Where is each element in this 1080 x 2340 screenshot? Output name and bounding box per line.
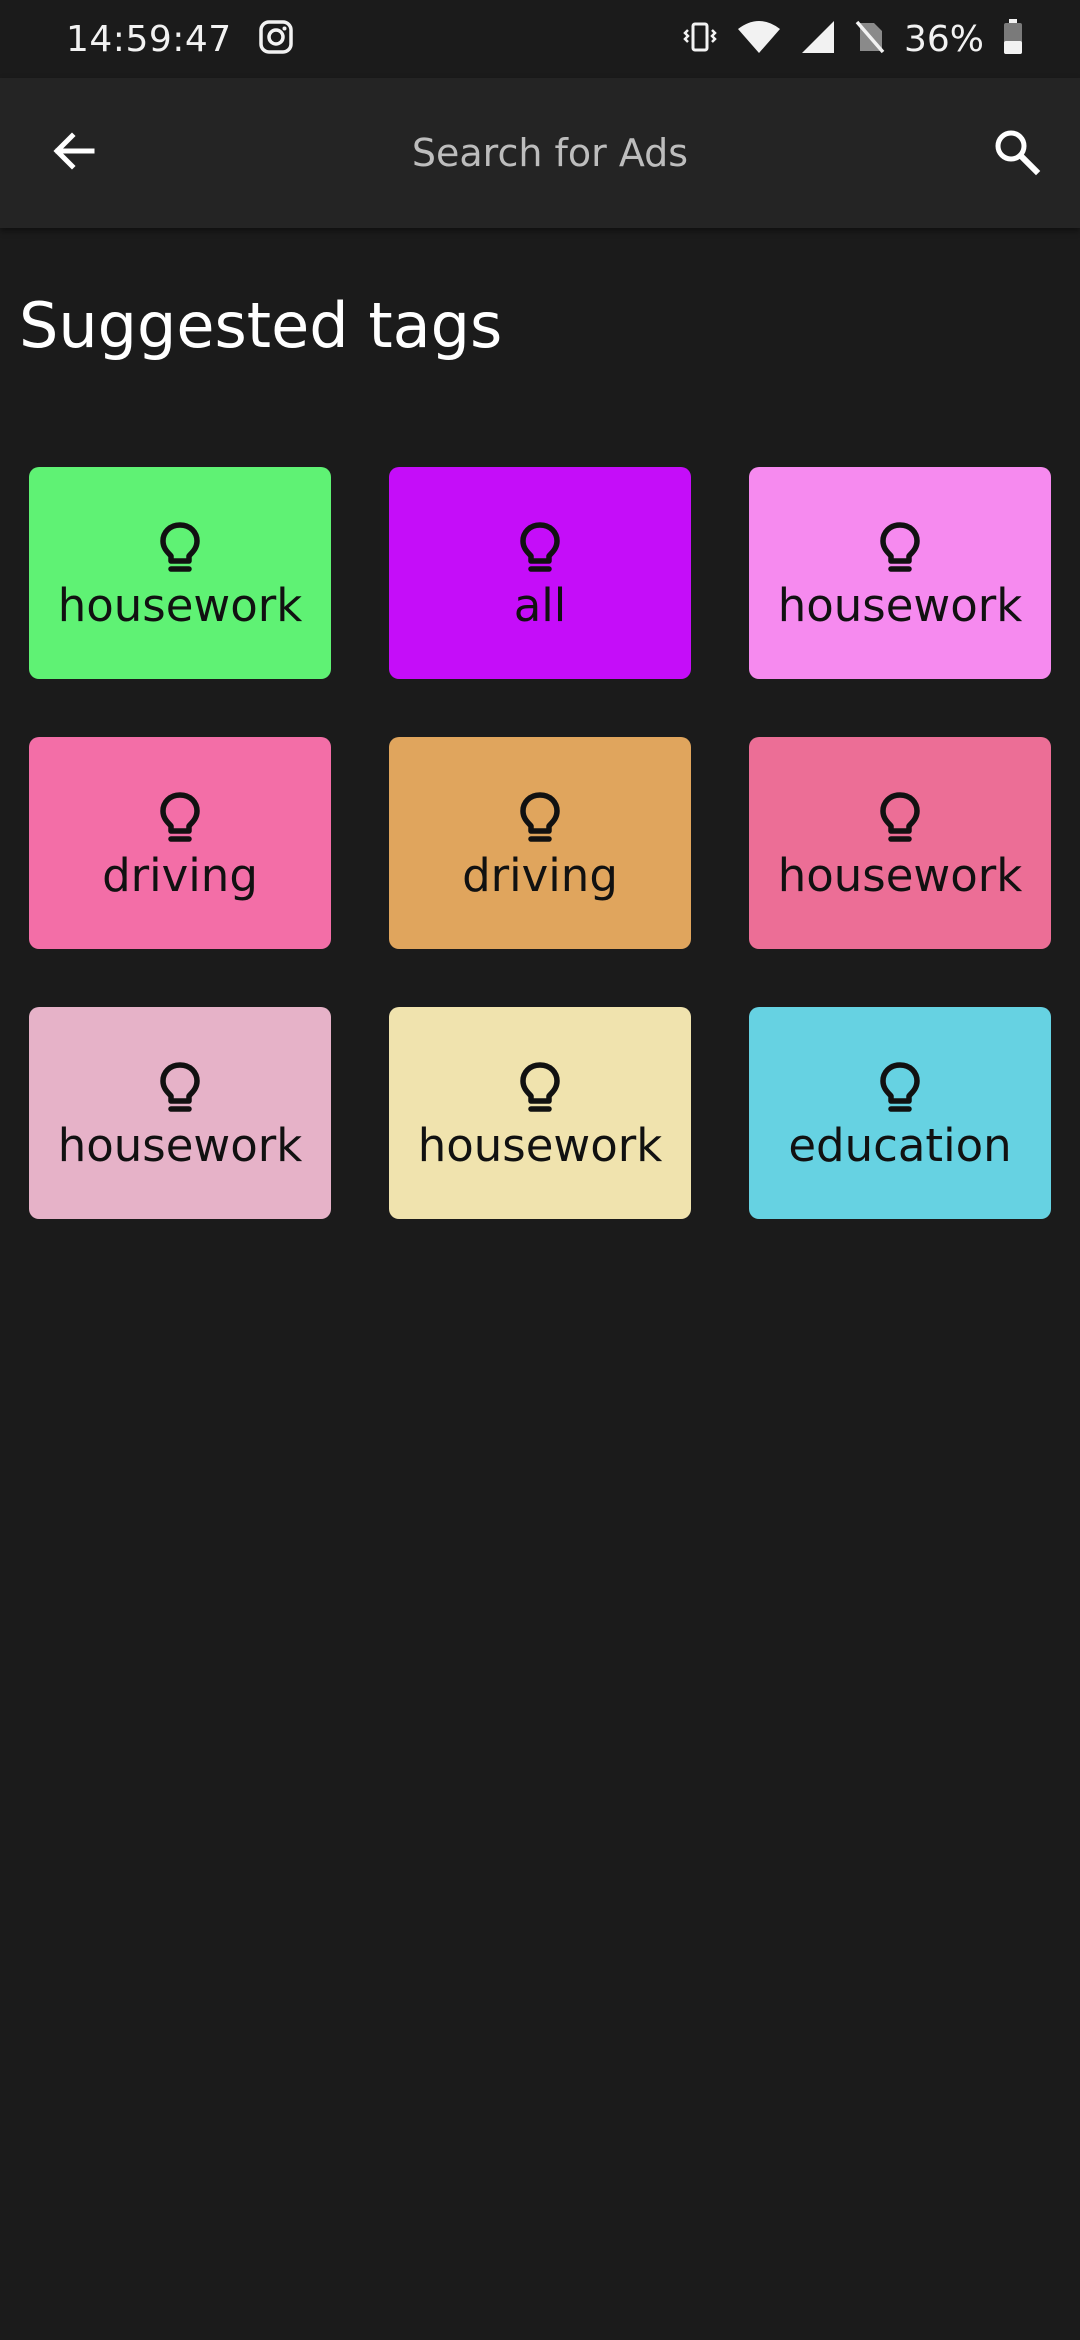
instagram-icon	[258, 19, 294, 59]
battery-percent: 36%	[903, 18, 984, 60]
lightbulb-icon	[879, 1061, 921, 1117]
lightbulb-icon	[879, 791, 921, 847]
tag-tile[interactable]: housework	[749, 737, 1051, 949]
vibrate-icon	[682, 19, 718, 59]
tag-tile[interactable]: education	[749, 1007, 1051, 1219]
back-button[interactable]	[36, 115, 112, 191]
wifi-icon	[736, 19, 782, 59]
lightbulb-icon	[159, 791, 201, 847]
lightbulb-icon	[159, 521, 201, 577]
lightbulb-icon	[159, 1061, 201, 1117]
tag-label: housework	[57, 1119, 303, 1173]
search-icon	[991, 126, 1041, 180]
tag-label: housework	[777, 849, 1023, 903]
tag-grid: housework all housework driving driving house…	[29, 467, 1051, 1219]
arrow-left-icon	[50, 127, 98, 179]
signal-icon	[800, 19, 836, 59]
lightbulb-icon	[879, 521, 921, 577]
status-bar: 14:59:47 36%	[0, 0, 1080, 78]
section-title: Suggested tags	[19, 289, 503, 362]
lightbulb-icon	[519, 791, 561, 847]
tag-tile[interactable]: housework	[749, 467, 1051, 679]
tag-tile[interactable]: housework	[29, 467, 331, 679]
tag-tile[interactable]: all	[389, 467, 691, 679]
tag-label: housework	[777, 579, 1023, 633]
tag-label: housework	[417, 1119, 663, 1173]
tag-tile[interactable]: housework	[389, 1007, 691, 1219]
tag-label: driving	[102, 849, 258, 903]
app-bar	[0, 78, 1080, 228]
tag-tile[interactable]: housework	[29, 1007, 331, 1219]
search-input[interactable]	[150, 113, 950, 193]
status-time: 14:59:47	[66, 18, 232, 60]
battery-icon	[1002, 18, 1024, 60]
lightbulb-icon	[519, 521, 561, 577]
tag-tile[interactable]: driving	[389, 737, 691, 949]
search-button[interactable]	[978, 115, 1054, 191]
tag-label: driving	[462, 849, 618, 903]
tag-label: all	[513, 579, 567, 633]
no-sim-icon	[854, 19, 886, 59]
tag-label: housework	[57, 579, 303, 633]
status-right: 36%	[682, 18, 1024, 60]
status-left: 14:59:47	[66, 19, 294, 60]
tag-tile[interactable]: driving	[29, 737, 331, 949]
tag-label: education	[788, 1119, 1012, 1173]
lightbulb-icon	[519, 1061, 561, 1117]
